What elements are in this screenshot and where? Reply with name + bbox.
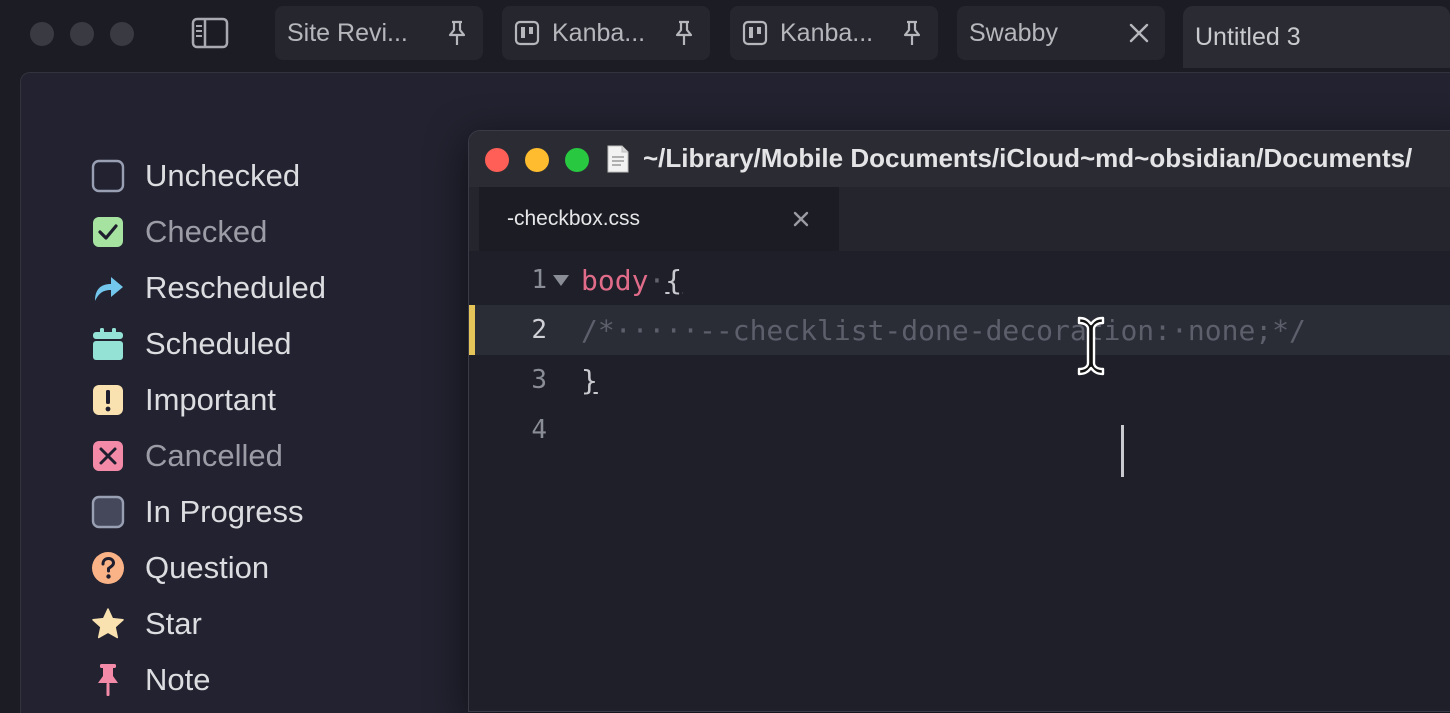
exclamation-icon[interactable] xyxy=(91,383,125,417)
calendar-icon[interactable] xyxy=(91,327,125,361)
pin-icon[interactable] xyxy=(91,663,125,697)
cancelled-x-icon[interactable] xyxy=(91,439,125,473)
line-number: 2 xyxy=(531,315,547,345)
line-number: 3 xyxy=(531,365,547,395)
document-icon xyxy=(607,145,629,173)
kanban-icon xyxy=(514,20,540,46)
code-editor-window: ~/Library/Mobile Documents/iCloud~md~obs… xyxy=(468,130,1450,712)
code-line-2[interactable]: 2 /*·····--checklist-done-decoration:·no… xyxy=(469,305,1450,355)
question-icon[interactable] xyxy=(91,551,125,585)
list-item: Important xyxy=(91,372,326,428)
close-icon[interactable] xyxy=(1125,19,1153,47)
kanban-icon xyxy=(742,20,768,46)
list-item: Checked xyxy=(91,204,326,260)
tab-label: Untitled 3 xyxy=(1195,22,1301,51)
tab-label: Swabby xyxy=(969,18,1058,47)
pin-icon[interactable] xyxy=(898,19,926,47)
list-item: In Progress xyxy=(91,484,326,540)
zoom-window-button[interactable] xyxy=(110,22,134,46)
legend-label: Note xyxy=(145,662,211,697)
tab-site-review[interactable]: Site Revi... xyxy=(275,6,483,60)
forward-arrow-icon[interactable] xyxy=(91,271,125,305)
legend-label: Scheduled xyxy=(145,326,292,361)
tab-untitled-3[interactable]: Untitled 3 xyxy=(1183,6,1450,68)
legend-label: Checked xyxy=(145,214,268,249)
code-editor[interactable]: 1 body·{ 2 /*·····--checklist-done-decor… xyxy=(469,251,1450,711)
fold-triangle-icon[interactable] xyxy=(551,270,571,290)
window-title-path: ~/Library/Mobile Documents/iCloud~md~obs… xyxy=(643,143,1413,173)
list-item: Cancelled xyxy=(91,428,326,484)
list-item: Star xyxy=(91,596,326,652)
workspace-tab-strip: Site Revi... Kanba... Kanba... Swabby Un… xyxy=(0,0,1450,68)
editor-tab-label: -checkbox.css xyxy=(507,207,641,230)
text-caret xyxy=(1121,425,1124,477)
close-icon[interactable] xyxy=(791,209,811,229)
modified-line-marker xyxy=(469,305,475,355)
legend-label: Star xyxy=(145,606,202,641)
legend-label: Unchecked xyxy=(145,158,301,193)
tab-swabby[interactable]: Swabby xyxy=(957,6,1165,60)
star-icon[interactable] xyxy=(91,607,125,641)
list-item: Note xyxy=(91,652,326,708)
code-comment: /*·····--checklist-done-decoration:·none… xyxy=(581,313,1306,347)
list-item: Question xyxy=(91,540,326,596)
tab-label: Site Revi... xyxy=(287,18,408,47)
ibeam-cursor-icon xyxy=(1077,316,1105,376)
legend-label: In Progress xyxy=(145,494,304,529)
zoom-window-button[interactable] xyxy=(565,148,589,172)
legend-label: Question xyxy=(145,550,270,585)
tab-label: Kanba... xyxy=(780,18,874,47)
open-brace: { xyxy=(665,263,683,297)
legend-label: Important xyxy=(145,382,276,417)
tab-kanban-2[interactable]: Kanba... xyxy=(730,6,938,60)
code-text: body·{ xyxy=(581,264,682,297)
editor-titlebar: ~/Library/Mobile Documents/iCloud~md~obs… xyxy=(469,131,1450,187)
css-selector: body xyxy=(581,263,649,297)
line-number: 4 xyxy=(531,415,547,445)
list-item: Rescheduled xyxy=(91,260,326,316)
pin-icon[interactable] xyxy=(443,19,471,47)
list-item: Scheduled xyxy=(91,316,326,372)
checkbox-checked-icon[interactable] xyxy=(91,215,125,249)
tab-kanban-1[interactable]: Kanba... xyxy=(502,6,710,60)
checkbox-legend-list: Unchecked Checked Rescheduled Scheduled … xyxy=(91,148,326,708)
whitespace-dot: · xyxy=(648,263,666,297)
code-line-1[interactable]: 1 body·{ xyxy=(469,255,1450,305)
close-brace: } xyxy=(581,363,598,397)
minimize-window-button[interactable] xyxy=(525,148,549,172)
code-line-4[interactable]: 4 xyxy=(469,405,1450,455)
close-window-button[interactable] xyxy=(485,148,509,172)
sidebar-toggle-icon[interactable] xyxy=(191,17,229,49)
in-progress-icon[interactable] xyxy=(91,495,125,529)
legend-label: Rescheduled xyxy=(145,270,326,305)
code-line-3[interactable]: 3 } xyxy=(469,355,1450,405)
close-window-button[interactable] xyxy=(30,22,54,46)
editor-tab-bar: -checkbox.css xyxy=(469,187,1450,251)
legend-label: Cancelled xyxy=(145,438,283,473)
line-number: 1 xyxy=(531,265,547,295)
list-item: Unchecked xyxy=(91,148,326,204)
pin-icon[interactable] xyxy=(670,19,698,47)
minimize-window-button[interactable] xyxy=(70,22,94,46)
tab-label: Kanba... xyxy=(552,18,646,47)
tab-checkbox-css[interactable]: -checkbox.css xyxy=(479,187,839,251)
checkbox-empty-icon[interactable] xyxy=(91,159,125,193)
